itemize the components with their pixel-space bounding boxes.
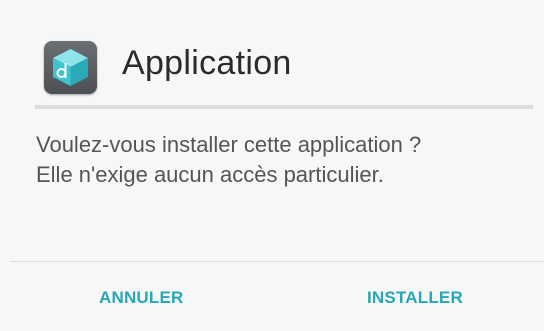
install-button[interactable]: INSTALLER [367,288,463,308]
message-line-question: Voulez-vous installer cette application … [36,132,422,157]
install-message: Voulez-vous installer cette application … [36,130,536,190]
dialog-header: Application [0,0,544,110]
install-dialog: Application Voulez-vous installer cette … [0,0,544,331]
app-title: Application [122,44,292,82]
app-cube-icon [44,41,97,94]
footer-divider [10,261,544,262]
header-divider [35,105,533,109]
cancel-button[interactable]: ANNULER [99,288,184,308]
message-line-permissions: Elle n'exige aucun accès particulier. [36,162,384,187]
